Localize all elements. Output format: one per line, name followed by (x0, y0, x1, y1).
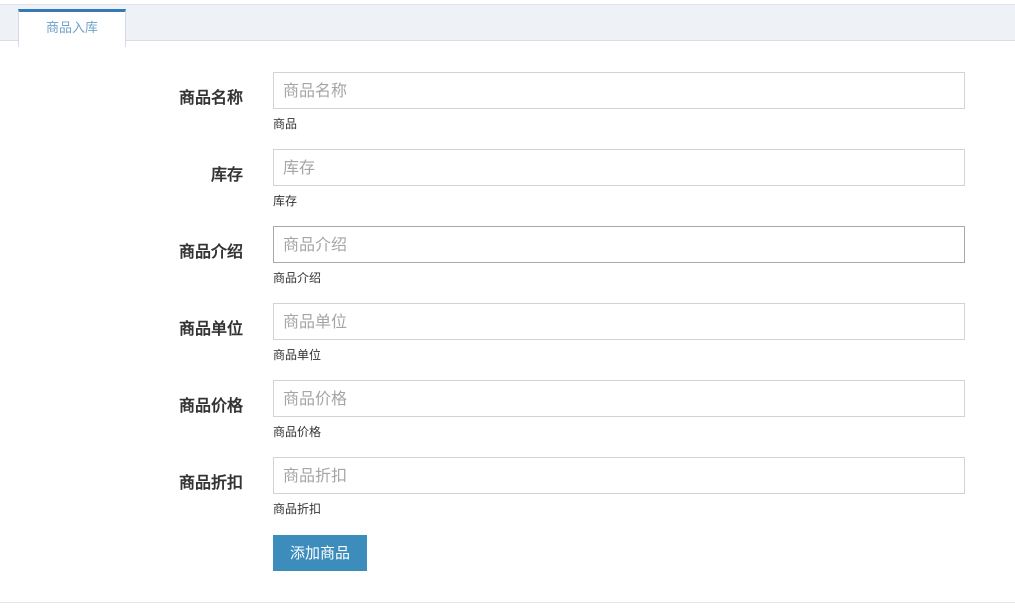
help-text-description: 商品介绍 (273, 271, 322, 285)
tab-bar: 商品入库 (0, 4, 1015, 47)
product-unit-input[interactable] (273, 303, 965, 340)
tab-product-stock-in[interactable]: 商品入库 (18, 9, 126, 47)
product-price-input[interactable] (273, 380, 965, 417)
help-text-discount: 商品折扣 (273, 502, 322, 516)
stock-input[interactable] (273, 149, 965, 186)
product-name-input[interactable] (273, 72, 965, 109)
page: 商品入库 商品名称 商品 库存 库存 商品介绍 商品介绍 商品单位 商品单位 商… (0, 0, 1015, 615)
product-discount-input[interactable] (273, 457, 965, 494)
field-label-description: 商品介绍 (178, 242, 243, 261)
field-label-stock: 库存 (210, 165, 243, 184)
help-text-price: 商品价格 (273, 425, 322, 439)
form-row-unit: 商品单位 商品单位 (0, 303, 1015, 373)
field-label-name: 商品名称 (178, 88, 243, 107)
help-text-stock: 库存 (273, 194, 298, 208)
field-label-price: 商品价格 (178, 396, 243, 415)
field-label-discount: 商品折扣 (178, 473, 243, 492)
form-row-price: 商品价格 商品价格 (0, 380, 1015, 450)
bottom-divider (0, 602, 1015, 603)
help-text-name: 商品 (273, 117, 298, 131)
form-row-name: 商品名称 商品 (0, 72, 1015, 142)
form-row-description: 商品介绍 商品介绍 (0, 226, 1015, 296)
help-text-unit: 商品单位 (273, 348, 322, 362)
form-row-stock: 库存 库存 (0, 149, 1015, 219)
product-description-input[interactable] (273, 226, 965, 263)
form-row-discount: 商品折扣 商品折扣 (0, 457, 1015, 527)
field-label-unit: 商品单位 (178, 319, 243, 338)
add-product-button[interactable]: 添加商品 (273, 535, 367, 571)
